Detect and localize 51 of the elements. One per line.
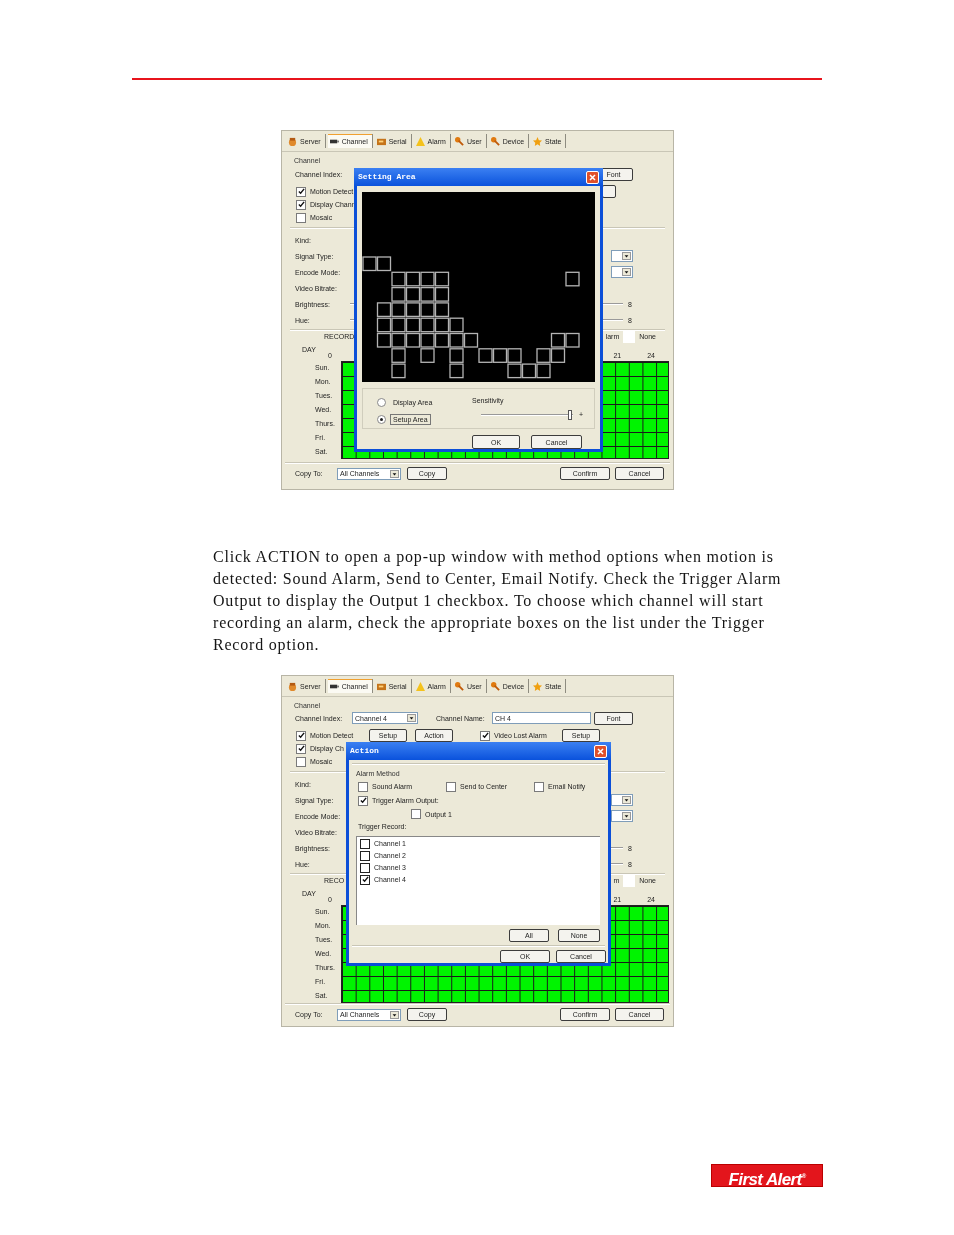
key-icon [490,681,500,691]
checkbox[interactable] [296,186,306,197]
caret-icon [407,714,416,723]
checkbox[interactable] [296,212,306,223]
key-icon [454,136,464,146]
caret-icon [622,796,631,804]
dropdown[interactable] [611,810,633,822]
card-icon [376,136,386,146]
slider-thumb[interactable] [568,409,573,420]
radio-button[interactable] [377,398,386,407]
close-button[interactable] [586,170,599,184]
key-icon [454,681,464,691]
warning-icon [415,136,425,146]
checkbox[interactable] [360,850,370,861]
brand-logo: First Alert$^{®}$ [711,1164,823,1187]
checkbox[interactable] [480,730,490,741]
dome-icon [288,681,297,691]
checkbox[interactable] [411,809,421,820]
caret-icon [622,252,631,260]
dome-icon [288,136,297,146]
star-icon [533,136,543,146]
close-button[interactable] [594,744,607,758]
close-icon [589,173,596,181]
checkbox[interactable] [360,874,370,885]
dropdown[interactable] [611,250,633,262]
checkbox[interactable] [358,795,368,806]
checkbox[interactable] [534,781,544,792]
card-icon [376,681,386,691]
motion-area-drawing[interactable] [362,256,580,379]
checkbox[interactable] [296,199,306,210]
dropdown[interactable] [611,266,633,278]
caret-icon [622,268,631,276]
checkbox[interactable] [296,730,306,741]
warning-icon [415,681,425,691]
radio-button[interactable] [377,415,386,424]
dropdown[interactable] [611,794,633,806]
body-paragraph: Click ACTION to open a pop-up window with method options when motion is detected: Sound Alarm, Send to Center, Email Notify. Check the Trigger Alarm Output to display the Output 1 checkbox. To choose which channel will start recording an alarm, check the appropriate boxes on the list under the Trigger Record option. [213,547,783,656]
caret-icon [390,469,399,478]
dialog-title: Setting Area [358,173,416,181]
star-icon [533,681,543,691]
caret-icon [390,1010,399,1019]
checkbox[interactable] [360,838,370,849]
checkbox[interactable] [446,781,456,792]
checkbox[interactable] [358,781,368,792]
caret-icon [622,812,631,820]
checkbox[interactable] [296,756,306,767]
checkbox[interactable] [296,743,306,754]
key-icon [490,136,500,146]
checkbox[interactable] [360,862,370,873]
close-icon [597,747,604,755]
dialog-title: Action [350,747,379,755]
